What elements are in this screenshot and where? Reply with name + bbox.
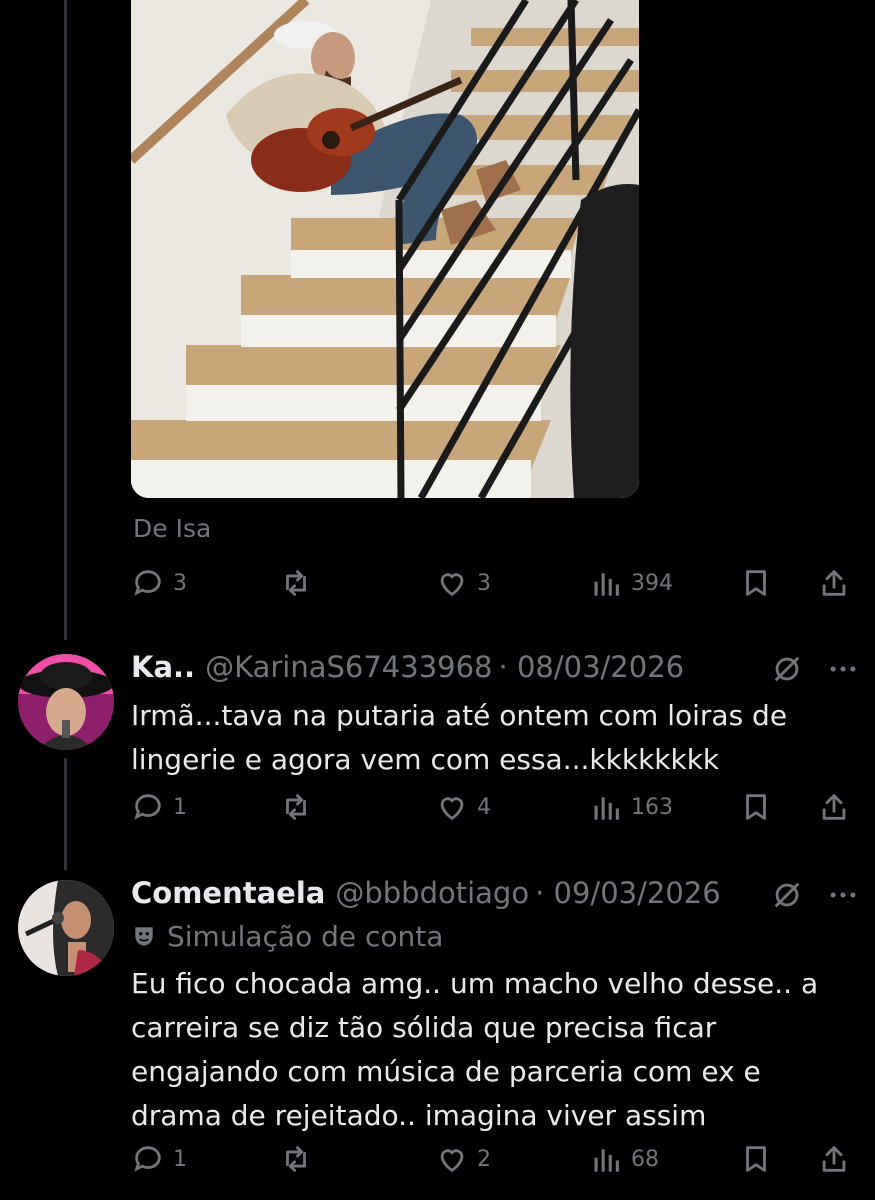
bookmark-icon	[746, 1146, 766, 1172]
reply-button[interactable]: 3	[131, 566, 187, 600]
reply-count: 1	[173, 794, 187, 820]
user-handle[interactable]: @KarinaS67433968	[205, 650, 492, 684]
views-count: 68	[631, 1146, 659, 1172]
views-icon	[594, 1148, 619, 1172]
thread-line-top	[64, 0, 67, 640]
views-button[interactable]: 68	[589, 1142, 659, 1176]
display-name[interactable]: Ka..	[131, 650, 195, 684]
avatar-comentaela[interactable]	[18, 880, 114, 976]
retweet-icon	[286, 794, 306, 820]
parody-label: Simulação de conta	[167, 920, 444, 953]
share-icon	[822, 570, 846, 596]
grok-icon[interactable]	[770, 878, 804, 912]
views-count: 394	[631, 570, 673, 596]
thread-line-middle	[64, 758, 67, 870]
video-thumbnail[interactable]	[131, 0, 639, 498]
action-bar: 1 4 163	[131, 790, 855, 830]
like-button[interactable]: 4	[435, 790, 491, 824]
reply-icon	[134, 1146, 161, 1172]
views-count: 163	[631, 794, 673, 820]
stairs-guitar-photo	[131, 0, 639, 498]
bookmark-icon	[746, 794, 766, 820]
retweet-button[interactable]	[279, 566, 313, 600]
reply-header: Comentaela @bbbdotiago · 09/03/2026	[131, 876, 721, 910]
more-options-icon[interactable]	[826, 652, 860, 686]
views-button[interactable]: 163	[589, 790, 673, 824]
action-bar: 1 2 68	[131, 1142, 855, 1182]
reply-button[interactable]: 1	[131, 1142, 187, 1176]
reply-tools	[770, 878, 860, 912]
share-icon	[822, 794, 846, 820]
avatar-karina[interactable]	[18, 654, 114, 750]
user-handle[interactable]: @bbbdotiago	[335, 876, 529, 910]
bookmark-button[interactable]	[739, 1142, 773, 1176]
reply-tools	[770, 652, 860, 686]
post-date[interactable]: · 09/03/2026	[535, 876, 721, 910]
grok-icon[interactable]	[770, 652, 804, 686]
views-button[interactable]: 394	[589, 566, 673, 600]
post-date[interactable]: · 08/03/2026	[499, 650, 685, 684]
reply-text: Eu fico chocada amg.. um macho velho des…	[131, 967, 819, 1132]
like-count: 3	[477, 570, 491, 596]
share-icon	[822, 1146, 846, 1172]
reply-header: Ka.. @KarinaS67433968 · 08/03/2026	[131, 650, 684, 684]
parody-account-badge: Simulação de conta	[131, 920, 443, 953]
reply-text: Irmã...tava na putaria até ontem com loi…	[131, 699, 788, 776]
like-button[interactable]: 3	[435, 566, 491, 600]
share-button[interactable]	[817, 790, 851, 824]
like-count: 2	[477, 1146, 491, 1172]
bookmark-icon	[746, 570, 766, 596]
views-icon	[594, 572, 619, 596]
retweet-icon	[286, 1146, 306, 1172]
bookmark-button[interactable]	[739, 790, 773, 824]
retweet-icon	[286, 570, 306, 596]
reply-icon	[134, 794, 161, 820]
display-name[interactable]: Comentaela	[131, 876, 325, 910]
reply-count: 1	[173, 1146, 187, 1172]
retweet-button[interactable]	[279, 790, 313, 824]
heart-icon	[440, 797, 464, 821]
heart-icon	[440, 1149, 464, 1173]
action-bar: 3 3 394	[131, 566, 855, 606]
reply-count: 3	[173, 570, 187, 596]
reply-icon	[134, 570, 161, 596]
source-attribution: De Isa	[133, 514, 212, 543]
views-icon	[594, 796, 619, 820]
reply-button[interactable]: 1	[131, 790, 187, 824]
heart-icon	[440, 573, 464, 597]
bookmark-button[interactable]	[739, 566, 773, 600]
like-count: 4	[477, 794, 491, 820]
more-options-icon[interactable]	[826, 878, 860, 912]
share-button[interactable]	[817, 566, 851, 600]
share-button[interactable]	[817, 1142, 851, 1176]
theater-mask-icon	[135, 926, 153, 946]
like-button[interactable]: 2	[435, 1142, 491, 1176]
retweet-button[interactable]	[279, 1142, 313, 1176]
